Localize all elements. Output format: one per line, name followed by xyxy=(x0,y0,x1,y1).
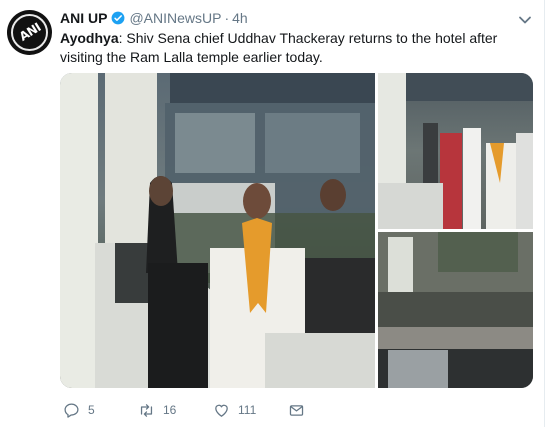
tweet-header: ANI UP @ANINewsUP · 4h xyxy=(60,9,248,27)
envelope-icon xyxy=(289,404,304,416)
tweet-body: : Shiv Sena chief Uddhav Thackeray retur… xyxy=(60,30,498,65)
retweet-button[interactable]: 16 xyxy=(138,399,176,421)
photo-1[interactable] xyxy=(60,73,375,388)
tweet-card[interactable]: ANI ANI UP @ANINewsUP · 4h Ayodhya: Shiv… xyxy=(0,0,547,427)
verified-badge-icon xyxy=(112,11,125,25)
separator-dot: · xyxy=(224,10,230,26)
tweet-actions: 5 16 111 xyxy=(60,399,480,421)
author-handle[interactable]: @ANINewsUP xyxy=(129,10,221,26)
avatar[interactable]: ANI xyxy=(7,10,52,55)
reply-button[interactable]: 5 xyxy=(63,399,95,421)
reply-count: 5 xyxy=(88,403,95,417)
photo-2[interactable] xyxy=(378,73,533,229)
tweet-text: Ayodhya: Shiv Sena chief Uddhav Thackera… xyxy=(60,29,538,67)
tweet-location-tag[interactable]: Ayodhya xyxy=(60,30,119,46)
like-button[interactable]: 111 xyxy=(213,399,256,421)
photo-3[interactable] xyxy=(378,232,533,388)
retweet-count: 16 xyxy=(163,403,177,417)
photo-1-scene xyxy=(60,73,375,388)
direct-message-button[interactable] xyxy=(288,399,305,421)
photo-2-scene xyxy=(378,73,533,229)
like-count: 111 xyxy=(238,403,257,417)
photo-3-scene xyxy=(378,232,533,388)
media-grid xyxy=(60,73,533,388)
retweet-icon xyxy=(140,403,153,417)
chevron-down-icon[interactable] xyxy=(518,13,532,27)
card-border xyxy=(544,0,545,427)
tweet-timestamp[interactable]: 4h xyxy=(232,10,248,26)
reply-icon xyxy=(64,402,79,418)
heart-icon xyxy=(215,404,228,417)
author-name[interactable]: ANI UP xyxy=(60,10,107,26)
